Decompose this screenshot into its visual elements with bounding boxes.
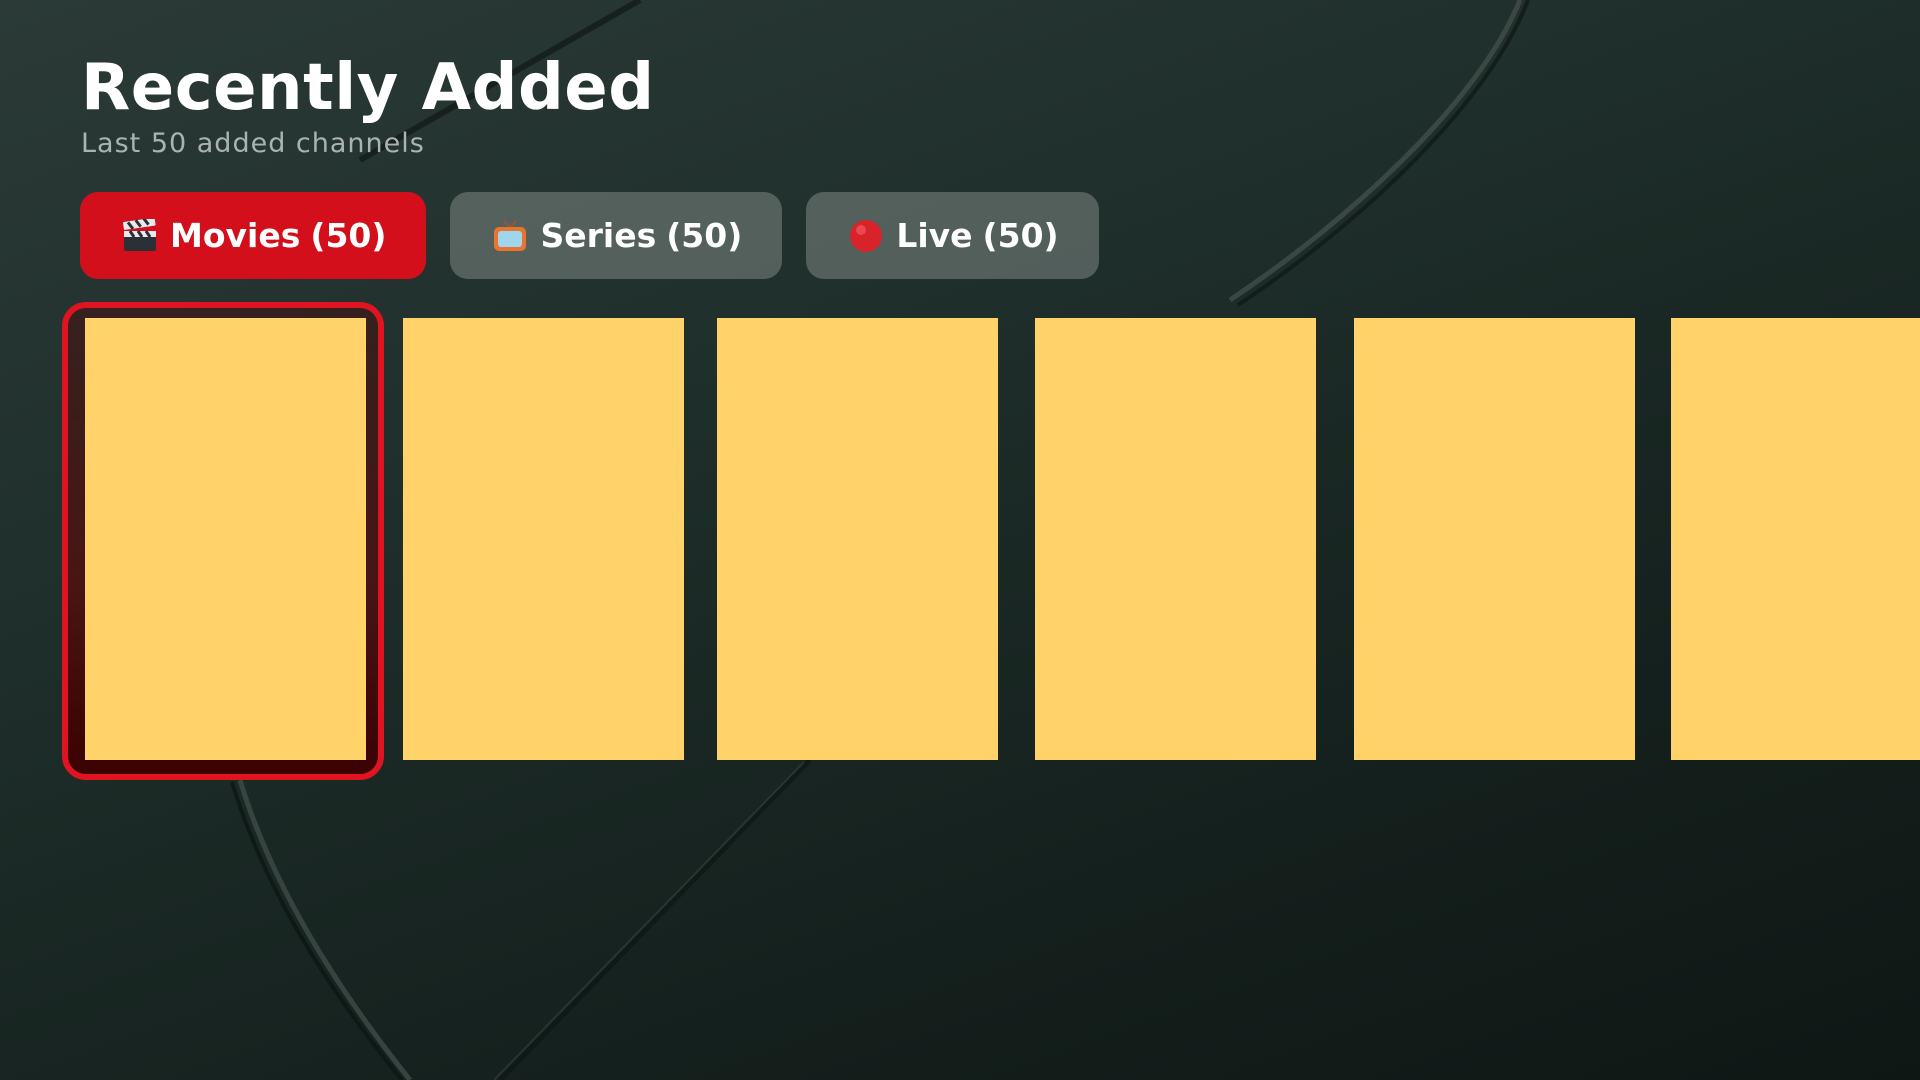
poster-card[interactable] (1035, 318, 1316, 760)
poster-card[interactable] (1671, 318, 1920, 760)
poster-card[interactable] (85, 318, 366, 760)
poster-row (0, 0, 1920, 1080)
poster-card[interactable] (403, 318, 684, 760)
recently-added-screen: Recently Added Last 50 added channels Mo… (0, 0, 1920, 1080)
poster-card[interactable] (717, 318, 998, 760)
poster-card[interactable] (1354, 318, 1635, 760)
